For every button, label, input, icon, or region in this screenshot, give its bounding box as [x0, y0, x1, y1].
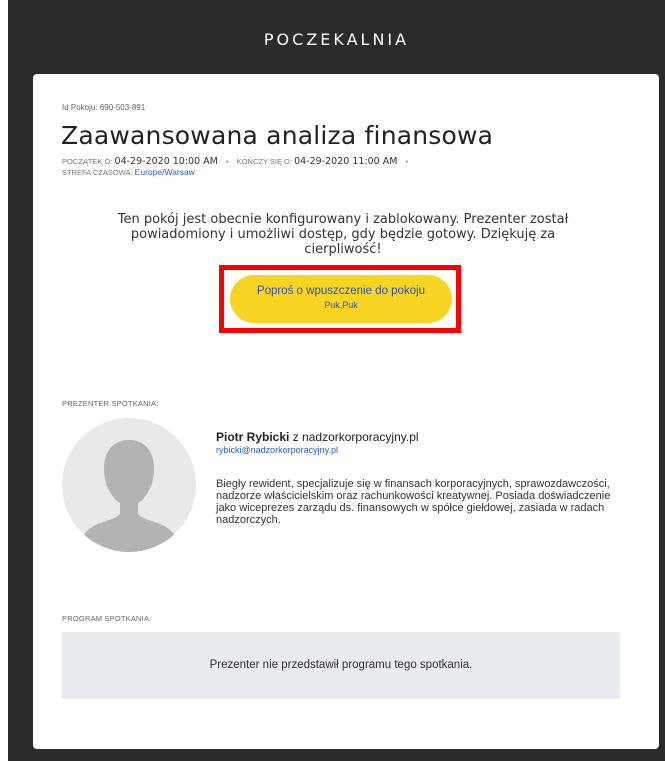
room-id: Id Pokoju: 690-503-891 [62, 103, 145, 112]
end-value: 04-29-2020 11:00 AM [294, 156, 398, 167]
presenter-bio: Biegły rewident, specjalizuje się w fina… [216, 478, 611, 526]
room-schedule: POCZĄTEK O: 04-29-2020 10:00 AM • KOŃCZY… [62, 157, 562, 178]
separator-dot: • [225, 157, 229, 166]
knock-button-sublabel: Puk,Puk [324, 300, 358, 310]
timezone-label: STREFA CZASOWA: [62, 168, 133, 177]
presenter-name: Piotr Rybicki z nadzorkorporacyjny.pl [216, 430, 419, 444]
timezone-link[interactable]: Europe/Warsaw [135, 167, 195, 177]
start-label: POCZĄTEK O: [62, 157, 113, 166]
agenda-section-label: PROGRAM SPOTKANIA: [62, 614, 152, 623]
separator-dot: • [405, 157, 409, 166]
waiting-room-frame: POCZEKALNIA Id Pokoju: 690-503-891 Zaawa… [8, 0, 665, 761]
page-header-title: POCZEKALNIA [263, 30, 410, 49]
agenda-empty-message: Prezenter nie przedstawił programu tego … [209, 659, 473, 671]
status-message: Ten pokój jest obecnie konfigurowany i z… [117, 212, 569, 257]
presenter-avatar [62, 418, 196, 552]
end-label: KOŃCZY SIĘ O: [236, 157, 292, 166]
room-id-label: Id Pokoju: [62, 103, 98, 112]
presenter-organization: nadzorkorporacyjny.pl [302, 430, 419, 444]
presenter-full-name: Piotr Rybicki [216, 430, 290, 444]
agenda-empty-box: Prezenter nie przedstawił programu tego … [62, 632, 620, 699]
room-title: Zaawansowana analiza finansowa [61, 121, 494, 150]
presenter-email-link[interactable]: rybicki@nadzorkorporacyjny.pl [216, 445, 338, 455]
knock-button-label: Poproś o wpuszczenie do pokoju [256, 285, 426, 297]
presenter-connector: z [292, 430, 299, 444]
waiting-room-card: Id Pokoju: 690-503-891 Zaawansowana anal… [33, 74, 659, 749]
user-silhouette-icon [78, 440, 180, 552]
presenter-section-label: PREZENTER SPOTKANIA: [62, 399, 159, 408]
room-id-value: 690-503-891 [99, 103, 146, 112]
knock-request-button[interactable]: Poproś o wpuszczenie do pokoju Puk,Puk [230, 275, 452, 323]
start-value: 04-29-2020 10:00 AM [114, 156, 218, 167]
